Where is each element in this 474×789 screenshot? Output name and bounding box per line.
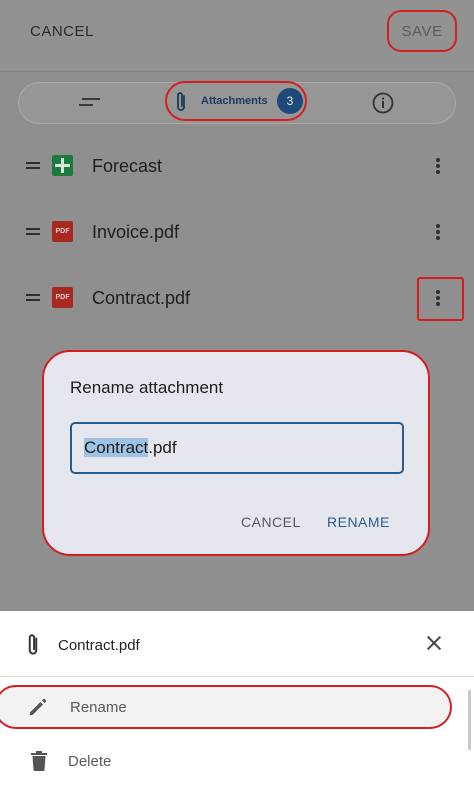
- pdf-icon: PDF: [52, 287, 73, 308]
- close-icon[interactable]: [427, 636, 441, 650]
- dialog-rename-button[interactable]: RENAME: [327, 514, 390, 530]
- dialog-title: Rename attachment: [70, 378, 224, 397]
- sheet-header: Contract.pdf: [0, 611, 474, 677]
- selected-text: Contract: [84, 438, 149, 457]
- tab-info[interactable]: [372, 92, 394, 119]
- attachments-screen: CANCEL SAVE Attachments 3 Forecast PDF I…: [0, 0, 474, 789]
- attachment-name: Contract.pdf: [92, 288, 191, 308]
- paperclip-icon: [24, 632, 42, 663]
- drag-handle-icon[interactable]: [26, 228, 40, 236]
- save-button[interactable]: SAVE: [387, 10, 457, 52]
- delete-menu-item[interactable]: Delete: [0, 739, 474, 783]
- spreadsheet-icon: [52, 155, 73, 176]
- bottom-sheet: Contract.pdf Rename Delete: [0, 611, 474, 789]
- more-options-icon[interactable]: [430, 156, 446, 176]
- paperclip-icon: [173, 90, 189, 119]
- info-icon: [372, 92, 394, 118]
- rename-menu-item[interactable]: Rename: [0, 685, 452, 729]
- rename-dialog: Rename attachment Contract.pdf CANCEL RE…: [42, 350, 430, 556]
- trash-icon: [30, 750, 48, 777]
- tab-attachments-label: Attachments: [201, 95, 268, 107]
- more-options-icon[interactable]: [430, 222, 446, 242]
- attachment-name: Invoice.pdf: [92, 222, 180, 242]
- pdf-icon: PDF: [52, 221, 73, 242]
- tab-bar: Attachments 3: [18, 81, 456, 124]
- attachment-row[interactable]: PDF Contract.pdf: [0, 278, 474, 318]
- pencil-icon: [27, 696, 49, 723]
- attachments-count-badge: 3: [277, 88, 303, 114]
- rename-label: Rename: [70, 699, 127, 716]
- tab-attachments[interactable]: Attachments 3: [165, 81, 307, 121]
- scrollbar[interactable]: [468, 690, 471, 750]
- drag-handle-icon[interactable]: [26, 294, 40, 302]
- sheet-title: Contract.pdf: [58, 637, 140, 654]
- tab-details[interactable]: [79, 93, 109, 113]
- attachment-name: Forecast: [92, 156, 163, 176]
- unselected-text: .pdf: [148, 438, 177, 457]
- delete-label: Delete: [68, 753, 112, 770]
- cancel-button[interactable]: CANCEL: [30, 23, 94, 40]
- dialog-cancel-button[interactable]: CANCEL: [241, 514, 301, 530]
- attachment-row[interactable]: PDF Invoice.pdf: [0, 212, 474, 252]
- top-app-bar: CANCEL SAVE: [0, 0, 474, 72]
- attachment-row[interactable]: Forecast: [0, 146, 474, 186]
- filename-input[interactable]: Contract.pdf: [70, 422, 404, 474]
- drag-handle-icon[interactable]: [26, 162, 40, 170]
- more-options-highlight: [417, 277, 464, 321]
